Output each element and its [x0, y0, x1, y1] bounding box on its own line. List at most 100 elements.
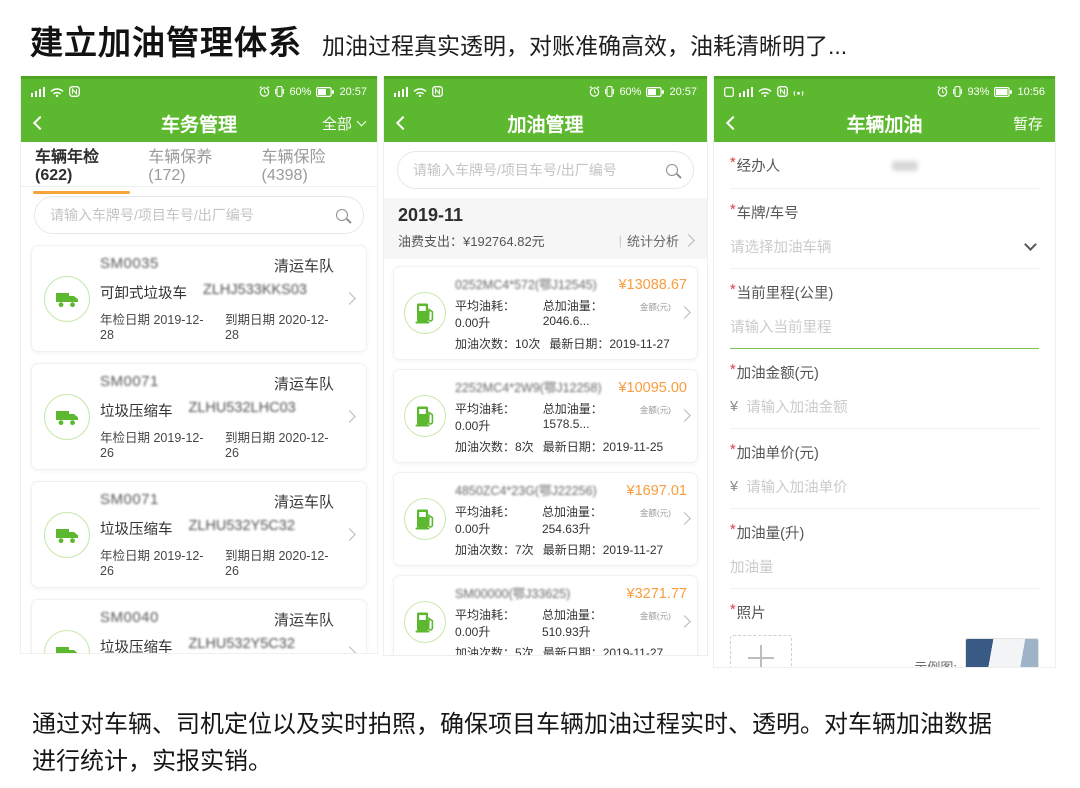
- tab-annual-inspection[interactable]: 车辆年检(622): [35, 132, 128, 196]
- volume-input[interactable]: 加油量: [730, 543, 1039, 589]
- chevron-right-icon: [682, 234, 695, 247]
- fuel-record-list: 0252MC4*572(鄂J12545) ¥13088.67 平均油耗：0.00…: [384, 259, 707, 656]
- price-placeholder: 请输入加油单价: [746, 476, 848, 497]
- wifi-icon: [50, 87, 64, 97]
- vehicle-id: SM0035: [100, 255, 159, 276]
- search-icon[interactable]: [336, 209, 348, 221]
- sample-image-label: 示例图:: [914, 657, 957, 669]
- price-label: * 加油单价(元): [730, 429, 1039, 463]
- battery-percent: 93%: [967, 86, 989, 98]
- nav-bar: 加油管理: [384, 104, 707, 142]
- wifi-icon: [413, 87, 427, 97]
- truck-icon: [44, 394, 90, 440]
- latest-date: 最新日期：2019-11-27: [543, 644, 664, 656]
- status-bar: 60% 20:57: [21, 76, 377, 104]
- fuel-pump-icon: [404, 395, 446, 437]
- status-bar: 60% 20:57: [384, 76, 707, 104]
- total-fuel: 总加油量：2046.6...: [543, 297, 631, 328]
- vehicle-team: 清运车队: [274, 609, 334, 630]
- vibrate-icon: [953, 86, 962, 97]
- mileage-input[interactable]: 请输入当前里程: [730, 303, 1039, 349]
- plate-select[interactable]: 请选择加油车辆: [730, 223, 1039, 269]
- amount-placeholder: 请输入加油金额: [746, 396, 848, 417]
- required-mark: *: [730, 155, 736, 176]
- avg-consumption: 平均油耗：0.00升: [455, 400, 534, 434]
- vehicle-card[interactable]: SM0071 清运车队 垃圾压缩车 ZLHU532LHC03 年检日期 2019…: [31, 363, 367, 470]
- signal-icon: [394, 87, 408, 97]
- mileage-placeholder: 请输入当前里程: [730, 316, 832, 337]
- price-input[interactable]: ¥ 请输入加油单价: [730, 463, 1039, 509]
- signal-icon: [31, 87, 45, 97]
- search-icon[interactable]: [666, 164, 678, 176]
- search-input[interactable]: 请输入车牌号/项目车号/出厂编号: [34, 196, 364, 234]
- sim-icon: [724, 87, 734, 97]
- plate-placeholder: 请选择加油车辆: [730, 236, 832, 257]
- phone-screenshots-row: 60% 20:57 车务管理 全部 车辆年检(622) 车辆保养(172) 车辆…: [0, 72, 1080, 668]
- fuel-count: 加油次数：5次: [455, 644, 534, 656]
- vehicle-team: 清运车队: [274, 373, 334, 394]
- fuel-record-card[interactable]: 4850ZC4*23G(鄂J22256) ¥1697.01 平均油耗：0.00升…: [393, 472, 698, 566]
- battery-percent: 60%: [289, 86, 311, 98]
- fuel-count: 加油次数：10次: [455, 335, 540, 352]
- nfc-icon: [777, 86, 788, 97]
- filter-all-button[interactable]: 全部: [322, 113, 365, 134]
- vehicle-card[interactable]: SM0071 清运车队 垃圾压缩车 ZLHU532Y5C32 年检日期 2019…: [31, 481, 367, 588]
- avg-consumption: 平均油耗：0.00升: [455, 606, 533, 640]
- required-mark: *: [730, 442, 736, 463]
- total-fuel: 总加油量：510.93升: [542, 606, 631, 640]
- vehicle-id: SM0071: [100, 491, 159, 512]
- vehicle-team: 清运车队: [274, 491, 334, 512]
- record-vehicle-id: SM00000(鄂J33625): [455, 583, 570, 602]
- vehicle-card[interactable]: SM0040 清运车队 垃圾压缩车 ZLHU532Y5C32 年检日期 2019…: [31, 599, 367, 654]
- filter-all-label: 全部: [322, 113, 352, 134]
- amount-input[interactable]: ¥ 请输入加油金额: [730, 383, 1039, 429]
- fuel-pump-icon: [404, 292, 446, 334]
- amount-unit-tag: 金额(元): [640, 404, 671, 416]
- clock-time: 10:56: [1017, 86, 1045, 98]
- latest-date: 最新日期：2019-11-27: [543, 541, 664, 558]
- fuel-record-card[interactable]: 2252MC4*2W9(鄂J12258) ¥10095.00 平均油耗：0.00…: [393, 369, 698, 463]
- avg-consumption: 平均油耗：0.00升: [455, 297, 534, 331]
- vehicle-type: 垃圾压缩车: [100, 636, 173, 654]
- amount-label: * 加油金额(元): [730, 349, 1039, 383]
- tab-insurance[interactable]: 车辆保险(4398): [262, 132, 363, 196]
- chevron-down-icon: [357, 116, 367, 126]
- vehicle-card[interactable]: SM0035 清运车队 可卸式垃圾车 ZLHJ533KKS03 年检日期 201…: [31, 245, 367, 352]
- tab-maintenance[interactable]: 车辆保养(172): [148, 132, 241, 196]
- battery-icon: [994, 87, 1012, 97]
- mileage-label: * 当前里程(公里): [730, 269, 1039, 303]
- record-vehicle-id: 0252MC4*572(鄂J12545): [455, 274, 597, 293]
- fuel-record-card[interactable]: SM00000(鄂J33625) ¥3271.77 平均油耗：0.00升 总加油…: [393, 575, 698, 656]
- vehicle-list: SM0035 清运车队 可卸式垃圾车 ZLHJ533KKS03 年检日期 201…: [21, 243, 377, 654]
- inspection-date: 年检日期 2019-12-28: [100, 309, 209, 342]
- page-footer-text: 通过对车辆、司机定位以及实时拍照，确保项目车辆加油过程实时、透明。对车辆加油数据…: [0, 668, 1046, 780]
- record-amount: ¥1697.01: [627, 483, 687, 499]
- field-agent: * 经办人: [730, 142, 1039, 189]
- expire-date: 到期日期 2020-12-28: [225, 309, 334, 342]
- truck-icon: [44, 630, 90, 655]
- vehicle-team: 清运车队: [274, 255, 334, 276]
- upload-photo-button[interactable]: 上传图片: [730, 635, 792, 668]
- fuel-pump-icon: [404, 498, 446, 540]
- fuel-record-card[interactable]: 0252MC4*572(鄂J12545) ¥13088.67 平均油耗：0.00…: [393, 266, 698, 360]
- stats-analysis-link[interactable]: | 统计分析: [619, 231, 693, 250]
- amount-unit-tag: 金额(元): [640, 301, 671, 313]
- amount-unit-tag: 金额(元): [640, 507, 671, 519]
- search-placeholder: 请输入车牌号/项目车号/出厂编号: [50, 205, 254, 225]
- vehicle-id: SM0040: [100, 609, 159, 630]
- month-summary: 2019-11 油费支出：¥192764.82元 | 统计分析: [384, 198, 707, 259]
- fuel-pump-icon: [404, 601, 446, 643]
- fuel-count: 加油次数：7次: [455, 541, 534, 558]
- record-vehicle-id: 4850ZC4*23G(鄂J22256): [455, 480, 597, 499]
- battery-percent: 60%: [619, 86, 641, 98]
- nav-bar: 车辆加油 暂存: [714, 104, 1055, 142]
- search-input[interactable]: 请输入车牌号/项目车号/出厂编号: [397, 151, 694, 189]
- tab-bar: 车辆年检(622) 车辆保养(172) 车辆保险(4398): [21, 142, 377, 187]
- plate-label: * 车牌/车号: [730, 189, 1039, 223]
- truck-icon: [44, 276, 90, 322]
- record-amount: ¥10095.00: [618, 380, 687, 396]
- save-draft-button[interactable]: 暂存: [1013, 113, 1043, 134]
- hotspot-icon: [793, 87, 804, 97]
- phone-vehicle-management: 60% 20:57 车务管理 全部 车辆年检(622) 车辆保养(172) 车辆…: [20, 76, 378, 654]
- alarm-icon: [259, 86, 270, 97]
